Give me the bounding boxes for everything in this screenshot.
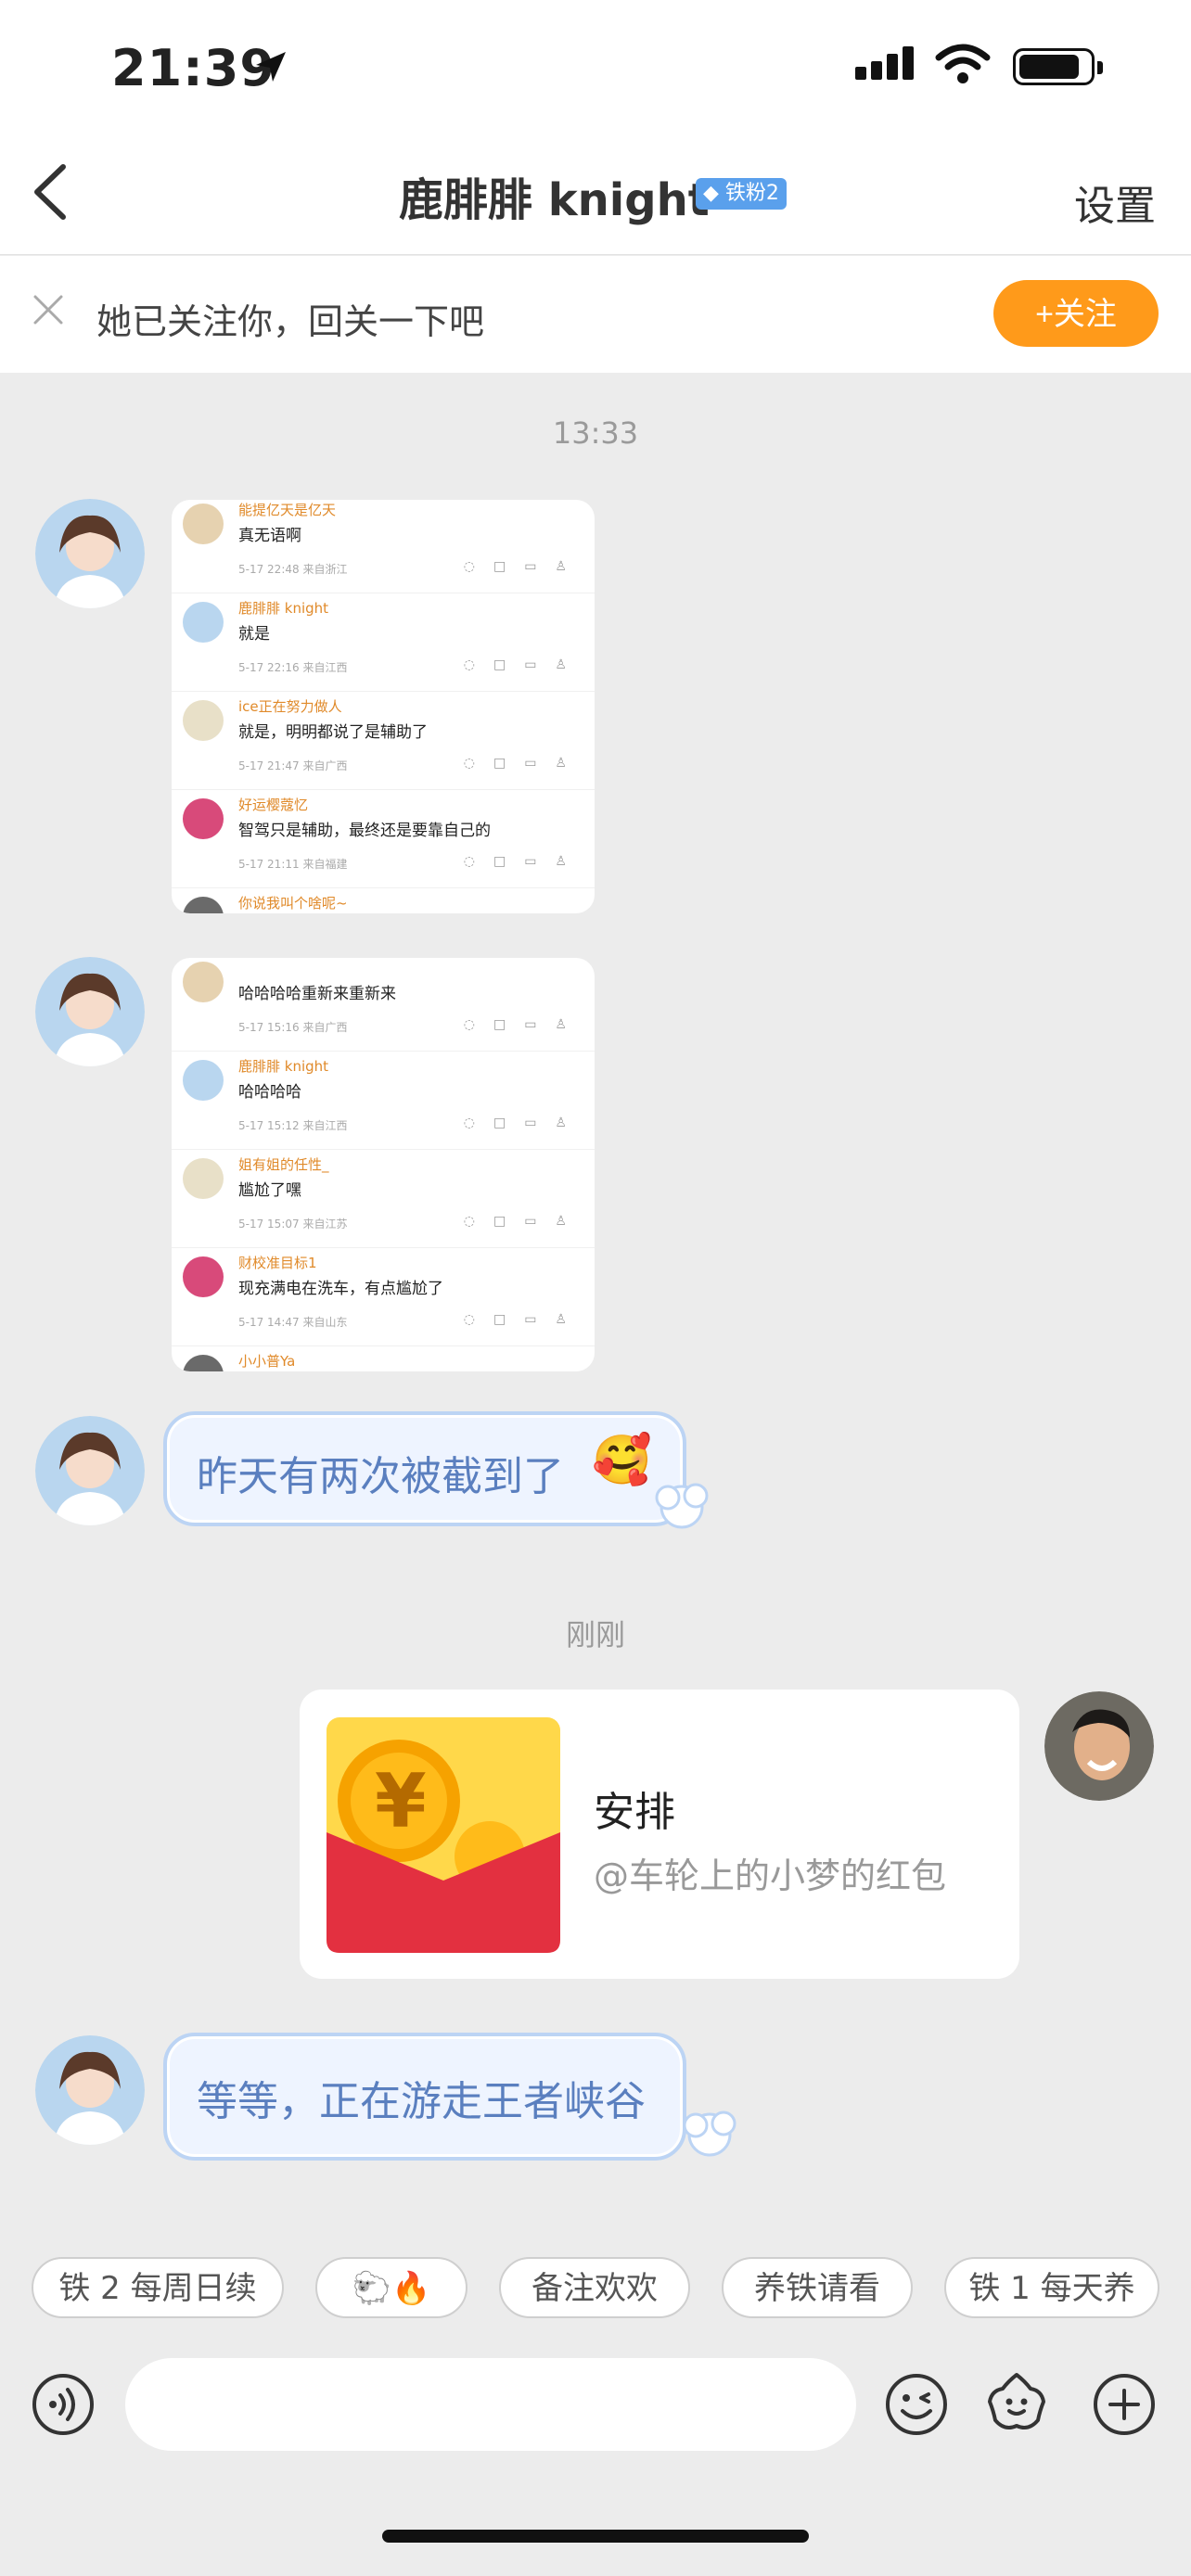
message-text: 昨天有两次被截到了: [197, 1453, 564, 1500]
location-arrow-icon: [256, 52, 286, 82]
comment-text: 尴尬了嘿: [238, 1181, 301, 1200]
emoji-icon[interactable]: [884, 2372, 949, 2437]
chat-title[interactable]: 鹿腓腓 knight: [399, 163, 710, 228]
comment-meta: 5-17 21:11 来自福建: [238, 858, 348, 871]
message-bubble[interactable]: 昨天有两次被截到了 🥰: [163, 1411, 686, 1526]
commenter-avatar: [183, 1256, 224, 1297]
comment-text: 哈哈哈哈重新来重新来: [238, 985, 396, 1003]
hug-emoji-icon: 🥰: [592, 1433, 652, 1488]
quick-reply-chip[interactable]: 铁 1 每天养: [944, 2257, 1159, 2318]
comment-text: 就是，明明都说了是辅助了: [238, 723, 428, 742]
quick-reply-chip[interactable]: 养铁请看: [722, 2257, 913, 2318]
comment-text: 哈哈哈哈: [238, 1083, 301, 1102]
commenter-name: 能提亿天是亿天: [238, 502, 337, 518]
comment-action-icons: ◌□▭♙: [463, 1312, 585, 1327]
fan-badge: ◆ 铁粉2: [696, 178, 787, 210]
image-message[interactable]: 哈哈哈哈重新来重新来 5-17 15:16 来自广西 ◌□▭♙ 鹿腓腓 knight 哈…: [172, 958, 595, 1371]
timestamp: 13:33: [552, 415, 639, 451]
voice-input-icon[interactable]: [31, 2372, 96, 2437]
comment-action-icons: ◌□▭♙: [463, 559, 585, 574]
comment-meta: 5-17 15:16 来自广西: [238, 1021, 348, 1034]
battery-icon: [1013, 48, 1103, 85]
comment-row: 鹿腓腓 knight 哈哈哈哈 5-17 15:12 来自江西 ◌□▭♙: [172, 1051, 595, 1150]
commenter-name: 你说我叫个啥呢~: [238, 895, 348, 912]
comment-row: 鹿腓腓 knight 就是 5-17 22:16 来自江西 ◌□▭♙: [172, 593, 595, 692]
commenter-avatar: [183, 1158, 224, 1199]
comment-row: 哈哈哈哈重新来重新来 5-17 15:16 来自广西 ◌□▭♙: [172, 958, 595, 1052]
commenter-avatar: [183, 602, 224, 643]
comment-meta: 5-17 14:47 来自山东: [238, 1316, 348, 1329]
comment-meta: 5-17 21:47 来自广西: [238, 759, 348, 772]
commenter-name: 好运樱蔻忆: [238, 797, 309, 813]
commenter-name: 鹿腓腓 knight: [238, 600, 329, 617]
contact-avatar[interactable]: [35, 2035, 145, 2145]
comment-action-icons: ◌□▭♙: [463, 1116, 585, 1130]
fan-badge-label: 铁粉2: [724, 182, 779, 205]
comment-action-icons: ◌□▭♙: [463, 854, 585, 869]
quick-reply-chip[interactable]: 铁 2 每周日续: [32, 2257, 284, 2318]
comment-action-icons: ◌□▭♙: [463, 756, 585, 771]
cellular-signal-icon: [855, 46, 918, 80]
commenter-name: 姐有姐的任性_: [238, 1156, 329, 1173]
contact-avatar[interactable]: [35, 1416, 145, 1525]
settings-button[interactable]: 设置: [1074, 172, 1156, 232]
timestamp: 刚刚: [565, 1617, 625, 1652]
wifi-icon: [935, 44, 991, 83]
comment-text: 就是: [238, 625, 270, 644]
my-avatar[interactable]: [1044, 1691, 1154, 1801]
commenter-avatar: [183, 504, 224, 544]
message-input[interactable]: [125, 2358, 856, 2451]
comment-text: 智驾只是辅助，最终还是要靠自己的: [238, 822, 491, 840]
yen-symbol: ¥: [375, 1758, 427, 1844]
image-message[interactable]: 能提亿天是亿天 真无语啊 5-17 22:48 来自浙江 ◌□▭♙ 鹿腓腓 knight…: [172, 500, 595, 913]
cloud-decoration-icon: [683, 2111, 736, 2157]
contact-avatar[interactable]: [35, 957, 145, 1066]
follow-button[interactable]: +关注: [993, 280, 1159, 347]
comment-row: 能提亿天是亿天 真无语啊 5-17 22:48 来自浙江 ◌□▭♙: [172, 500, 595, 593]
plus-icon[interactable]: [1092, 2372, 1157, 2437]
back-chevron-icon[interactable]: [26, 159, 72, 224]
commenter-name: 鹿腓腓 knight: [238, 1058, 329, 1075]
comment-meta: 5-17 22:16 来自江西: [238, 661, 348, 674]
close-icon[interactable]: [28, 289, 69, 330]
commenter-name: 财校准目标1: [238, 1255, 317, 1271]
commenter-avatar: [183, 700, 224, 741]
red-packet-subtitle: @车轮上的小梦的红包: [594, 1855, 947, 1896]
comment-meta: 5-17 15:07 来自江苏: [238, 1218, 348, 1231]
commenter-name: 小小普Ya: [238, 1353, 296, 1370]
commenter-avatar: [183, 962, 224, 1002]
quick-reply-chip[interactable]: 🐑🔥: [315, 2257, 467, 2318]
home-indicator: [382, 2530, 809, 2543]
comment-action-icons: ◌□▭♙: [463, 1214, 585, 1229]
quick-reply-chip[interactable]: 备注欢欢: [499, 2257, 690, 2318]
commenter-avatar: [183, 1355, 224, 1371]
comment-row: 小小普Ya充电宝: [172, 1345, 595, 1371]
comment-meta: 5-17 15:12 来自江西: [238, 1119, 348, 1132]
comment-text: 真无语啊: [238, 527, 301, 545]
comment-row: 财校准目标1 现充满电在洗车，有点尴尬了 5-17 14:47 来自山东 ◌□▭♙: [172, 1247, 595, 1346]
comment-row: 好运樱蔻忆智驾只是辅助，最终还是要靠自己的 5-17 21:11 来自福建 ◌□▭♙: [172, 789, 595, 888]
cloud-decoration-icon: [655, 1483, 709, 1529]
red-packet-icon: ¥: [327, 1717, 560, 1953]
commenter-avatar: [183, 798, 224, 839]
comment-row: 你说我叫个啥呢~: [172, 887, 595, 913]
commenter-name: ice正在努力做人: [238, 698, 342, 715]
comment-action-icons: ◌□▭♙: [463, 1017, 585, 1032]
sticker-icon[interactable]: [984, 2370, 1049, 2435]
commenter-avatar: [183, 1060, 224, 1101]
commenter-avatar: [183, 897, 224, 913]
comment-meta: 5-17 22:48 来自浙江: [238, 563, 348, 576]
comment-row: 姐有姐的任性_ 尴尬了嘿 5-17 15:07 来自江苏 ◌□▭♙: [172, 1149, 595, 1248]
status-time: 21:39: [111, 39, 275, 97]
contact-avatar[interactable]: [35, 499, 145, 608]
red-packet-title: 安排: [594, 1789, 675, 1836]
message-bubble[interactable]: 等等，正在游走王者峡谷: [163, 2033, 686, 2161]
comment-action-icons: ◌□▭♙: [463, 657, 585, 672]
comment-row: ice正在努力做人就是，明明都说了是辅助了 5-17 21:47 来自广西 ◌□▭♙: [172, 691, 595, 790]
follow-prompt-text: 她已关注你，回关一下吧: [96, 301, 485, 342]
comment-text: 现充满电在洗车，有点尴尬了: [238, 1280, 443, 1298]
message-text: 等等，正在游走王者峡谷: [197, 2078, 646, 2125]
